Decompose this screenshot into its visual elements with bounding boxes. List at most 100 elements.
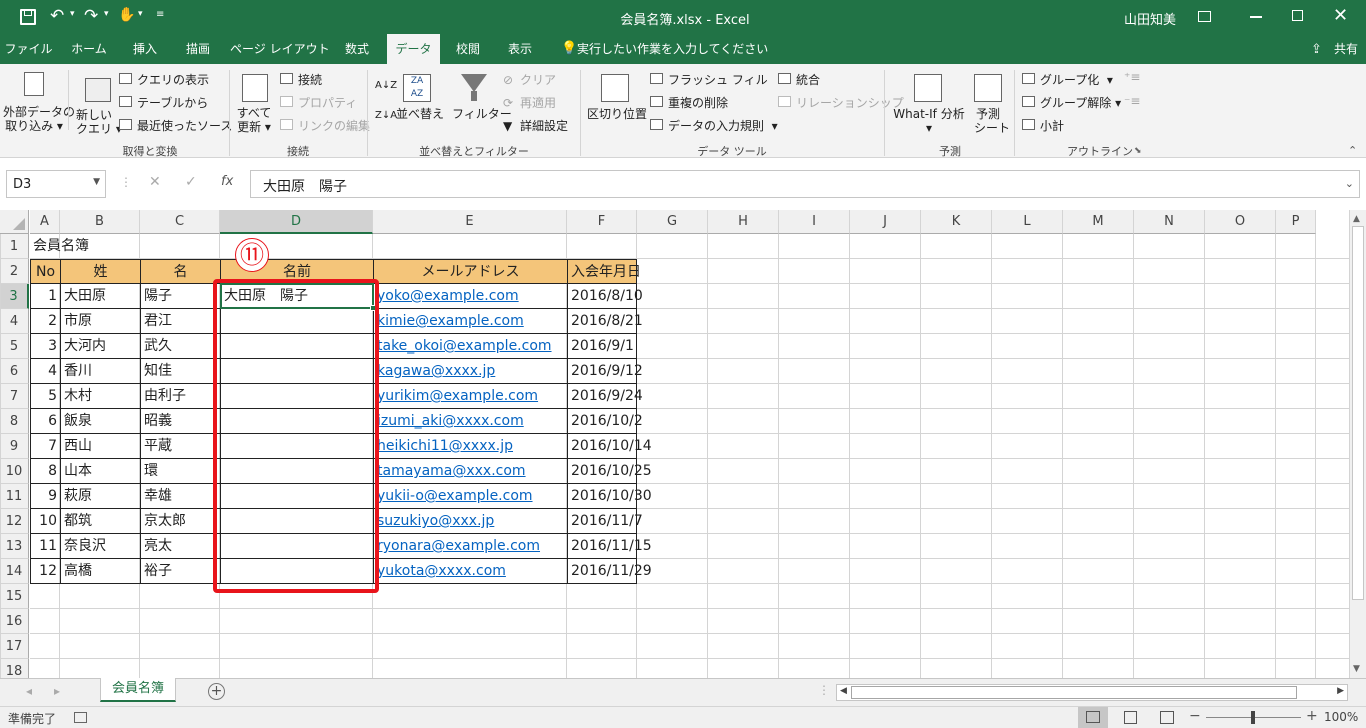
- next-sheet-icon[interactable]: ▸: [54, 684, 60, 698]
- tab-formulas[interactable]: 数式: [334, 34, 380, 64]
- cell-first-name[interactable]: 陽子: [140, 284, 220, 309]
- cell-first-name[interactable]: 亮太: [140, 534, 220, 559]
- cell-no[interactable]: 4: [30, 359, 60, 384]
- cell-join-date[interactable]: 2016/9/24: [567, 384, 643, 409]
- ribbon-display-icon[interactable]: [1198, 11, 1211, 22]
- what-if-button[interactable]: What-If 分析 ▾: [891, 107, 967, 135]
- row-header-6[interactable]: 6: [0, 359, 29, 384]
- text-to-columns-button[interactable]: 区切り位置: [587, 107, 647, 121]
- flash-fill-button[interactable]: フラッシュ フィル: [668, 73, 768, 87]
- reapply-button[interactable]: 再適用: [520, 96, 556, 110]
- cell-join-date[interactable]: 2016/8/10: [567, 284, 643, 309]
- row-header-12[interactable]: 12: [0, 509, 29, 534]
- customize-qat-icon[interactable]: ≡: [156, 9, 164, 20]
- cell-last-name[interactable]: 大田原: [60, 284, 140, 309]
- outline-settings-icon[interactable]: ⬊: [1134, 144, 1142, 158]
- properties-button[interactable]: プロパティ: [298, 96, 357, 110]
- tab-data[interactable]: データ: [387, 34, 440, 64]
- header-cell-first-name[interactable]: 名: [140, 259, 220, 284]
- tab-split-icon[interactable]: ⋮: [818, 683, 830, 697]
- cell-last-name[interactable]: 市原: [60, 309, 140, 334]
- name-box-dropdown-icon[interactable]: ▼: [93, 177, 100, 187]
- tab-page-layout[interactable]: ページ レイアウト: [230, 34, 330, 64]
- cell-last-name[interactable]: 香川: [60, 359, 140, 384]
- cell-email[interactable]: kimie@example.com: [373, 309, 567, 334]
- cell-first-name[interactable]: 知佳: [140, 359, 220, 384]
- vertical-scrollbar[interactable]: ▲ ▼: [1349, 210, 1366, 678]
- cell-email[interactable]: yoko@example.com: [373, 284, 567, 309]
- macro-record-icon[interactable]: [74, 712, 87, 723]
- row-header-1[interactable]: 1: [0, 234, 29, 259]
- zoom-slider-thumb[interactable]: [1251, 711, 1255, 724]
- cell-no[interactable]: 3: [30, 334, 60, 359]
- cell-first-name[interactable]: 京太郎: [140, 509, 220, 534]
- header-cell-no[interactable]: No: [30, 259, 60, 284]
- cell-no[interactable]: 10: [30, 509, 60, 534]
- show-queries-button[interactable]: クエリの表示: [137, 73, 209, 87]
- cell-first-name[interactable]: 武久: [140, 334, 220, 359]
- zoom-out-icon[interactable]: −: [1189, 708, 1201, 724]
- tell-me-input[interactable]: 実行したい作業を入力してください: [577, 34, 768, 64]
- row-header-10[interactable]: 10: [0, 459, 29, 484]
- data-validation-button[interactable]: データの入力規則 ▾: [668, 119, 778, 133]
- column-header-k[interactable]: K: [921, 210, 992, 234]
- restore-icon[interactable]: [1292, 10, 1303, 21]
- page-break-view-icon[interactable]: [1160, 711, 1174, 724]
- select-all-corner[interactable]: [0, 210, 29, 234]
- confirm-entry-icon[interactable]: ✓: [185, 174, 197, 190]
- formula-input[interactable]: 大田原 陽子 ⌄: [250, 170, 1360, 198]
- cell-no[interactable]: 12: [30, 559, 60, 584]
- header-cell-last-name[interactable]: 姓: [60, 259, 140, 284]
- new-sheet-icon[interactable]: +: [208, 683, 225, 700]
- share-button[interactable]: 共有: [1330, 34, 1362, 64]
- advanced-button[interactable]: 詳細設定: [520, 119, 568, 133]
- show-detail-icon[interactable]: ⁺≡: [1124, 70, 1140, 84]
- column-header-n[interactable]: N: [1134, 210, 1205, 234]
- subtotal-button[interactable]: 小計: [1040, 119, 1064, 133]
- cancel-entry-icon[interactable]: ✕: [149, 174, 161, 190]
- column-header-e[interactable]: E: [373, 210, 567, 234]
- column-header-i[interactable]: I: [779, 210, 850, 234]
- group-button[interactable]: グループ化 ▾: [1040, 73, 1113, 87]
- undo-dropdown-icon[interactable]: ▾: [70, 9, 75, 19]
- user-name[interactable]: 山田知美: [1124, 9, 1176, 28]
- column-header-c[interactable]: C: [140, 210, 220, 234]
- tab-file[interactable]: ファイル: [0, 34, 57, 64]
- cell-email[interactable]: yukii-o@example.com: [373, 484, 567, 509]
- cell-last-name[interactable]: 山本: [60, 459, 140, 484]
- new-query-button[interactable]: 新しい クエリ ▾: [76, 108, 122, 136]
- connections-button[interactable]: 接続: [298, 73, 322, 87]
- close-icon[interactable]: ✕: [1333, 5, 1348, 26]
- prev-sheet-icon[interactable]: ◂: [26, 684, 32, 698]
- cell-join-date[interactable]: 2016/11/15: [567, 534, 652, 559]
- cell-first-name[interactable]: 君江: [140, 309, 220, 334]
- row-header-18[interactable]: 18: [0, 659, 29, 678]
- cell-last-name[interactable]: 大河内: [60, 334, 140, 359]
- row-header-16[interactable]: 16: [0, 609, 29, 634]
- cell-email[interactable]: suzukiyo@xxx.jp: [373, 509, 567, 534]
- forecast-sheet-button[interactable]: 予測 シート: [974, 107, 1010, 135]
- column-header-h[interactable]: H: [708, 210, 779, 234]
- cell-first-name[interactable]: 幸雄: [140, 484, 220, 509]
- column-header-j[interactable]: J: [850, 210, 921, 234]
- column-header-l[interactable]: L: [992, 210, 1063, 234]
- column-header-m[interactable]: M: [1063, 210, 1134, 234]
- cell-join-date[interactable]: 2016/11/7: [567, 509, 643, 534]
- row-header-2[interactable]: 2: [0, 259, 29, 284]
- name-box[interactable]: D3 ▼: [6, 170, 106, 198]
- touch-mode-icon[interactable]: ✋: [118, 7, 135, 23]
- cell-last-name[interactable]: 奈良沢: [60, 534, 140, 559]
- cell-no[interactable]: 9: [30, 484, 60, 509]
- tab-view[interactable]: 表示: [498, 34, 542, 64]
- cell-last-name[interactable]: 萩原: [60, 484, 140, 509]
- cell-last-name[interactable]: 西山: [60, 434, 140, 459]
- cell-first-name[interactable]: 裕子: [140, 559, 220, 584]
- cell-no[interactable]: 6: [30, 409, 60, 434]
- from-table-button[interactable]: テーブルから: [137, 96, 208, 110]
- cell-email[interactable]: izumi_aki@xxxx.com: [373, 409, 567, 434]
- row-header-4[interactable]: 4: [0, 309, 29, 334]
- row-header-11[interactable]: 11: [0, 484, 29, 509]
- worksheet-grid[interactable]: ABCDEFGHIJKLMNOP 1 2 3 4 5 6 7 8 9 10 11 12 13 14 15 16…: [0, 210, 1366, 678]
- recent-sources-button[interactable]: 最近使ったソース: [137, 119, 232, 133]
- clear-button[interactable]: クリア: [520, 73, 556, 87]
